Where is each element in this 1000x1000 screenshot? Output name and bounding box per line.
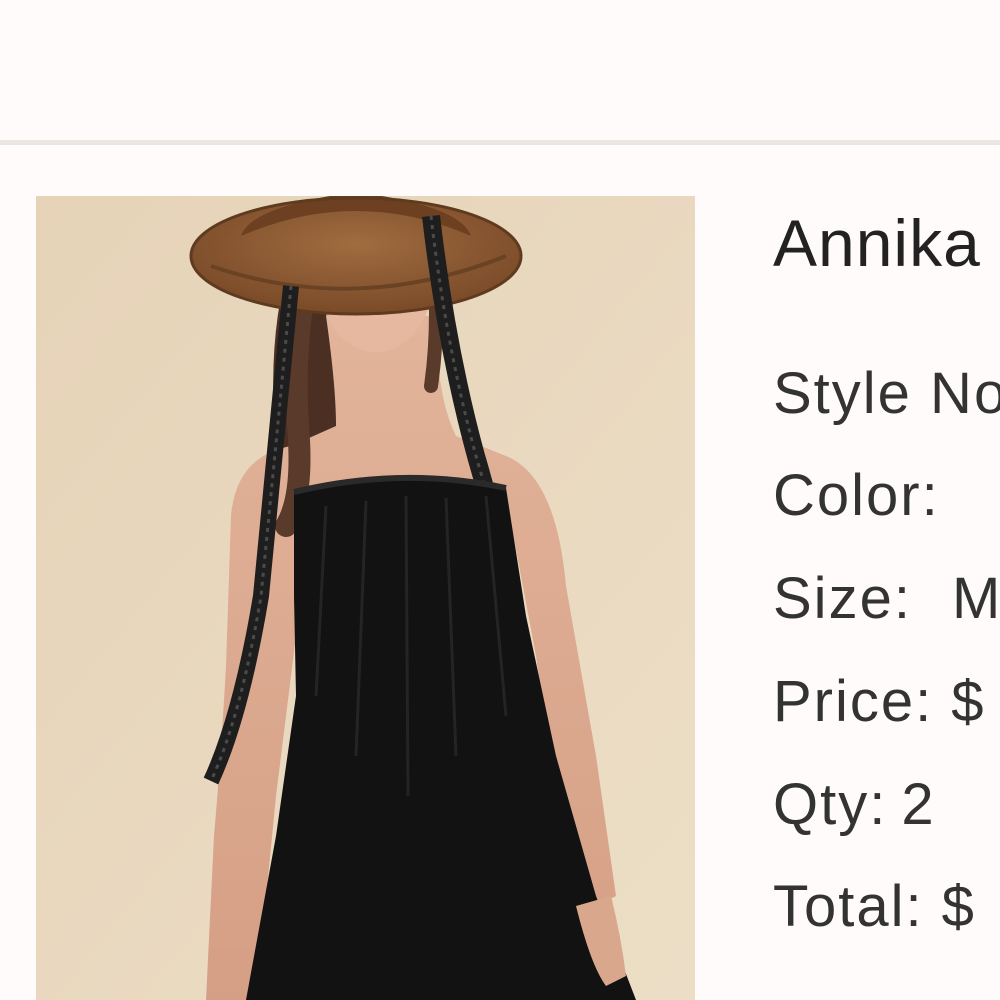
color-row: Color: <box>773 467 940 525</box>
style-number-row: Style No <box>773 365 1000 423</box>
size-label: Size: <box>773 566 912 631</box>
size-row: Size: M <box>773 570 1000 628</box>
size-value: M <box>951 566 1000 631</box>
style-number-label: Style No <box>773 361 1000 426</box>
quantity-label: Qty: <box>773 772 888 837</box>
total-label: Total: <box>773 874 924 939</box>
header-divider <box>0 140 1000 145</box>
product-image[interactable] <box>36 196 695 1000</box>
total-value: $ <box>941 874 976 939</box>
product-detail-page: Annika Style No Color: Size: M Price: $ Qt… <box>0 0 1000 1000</box>
color-label: Color: <box>773 463 940 528</box>
product-photo-illustration <box>36 196 695 1000</box>
price-row: Price: $ <box>773 673 986 731</box>
price-value: $ <box>951 669 986 734</box>
header-area <box>0 0 1000 140</box>
quantity-row: Qty: 2 <box>773 776 936 834</box>
total-row: Total: $ <box>773 878 976 936</box>
quantity-value: 2 <box>901 772 936 837</box>
price-label: Price: <box>773 669 934 734</box>
product-title: Annika <box>773 206 981 280</box>
